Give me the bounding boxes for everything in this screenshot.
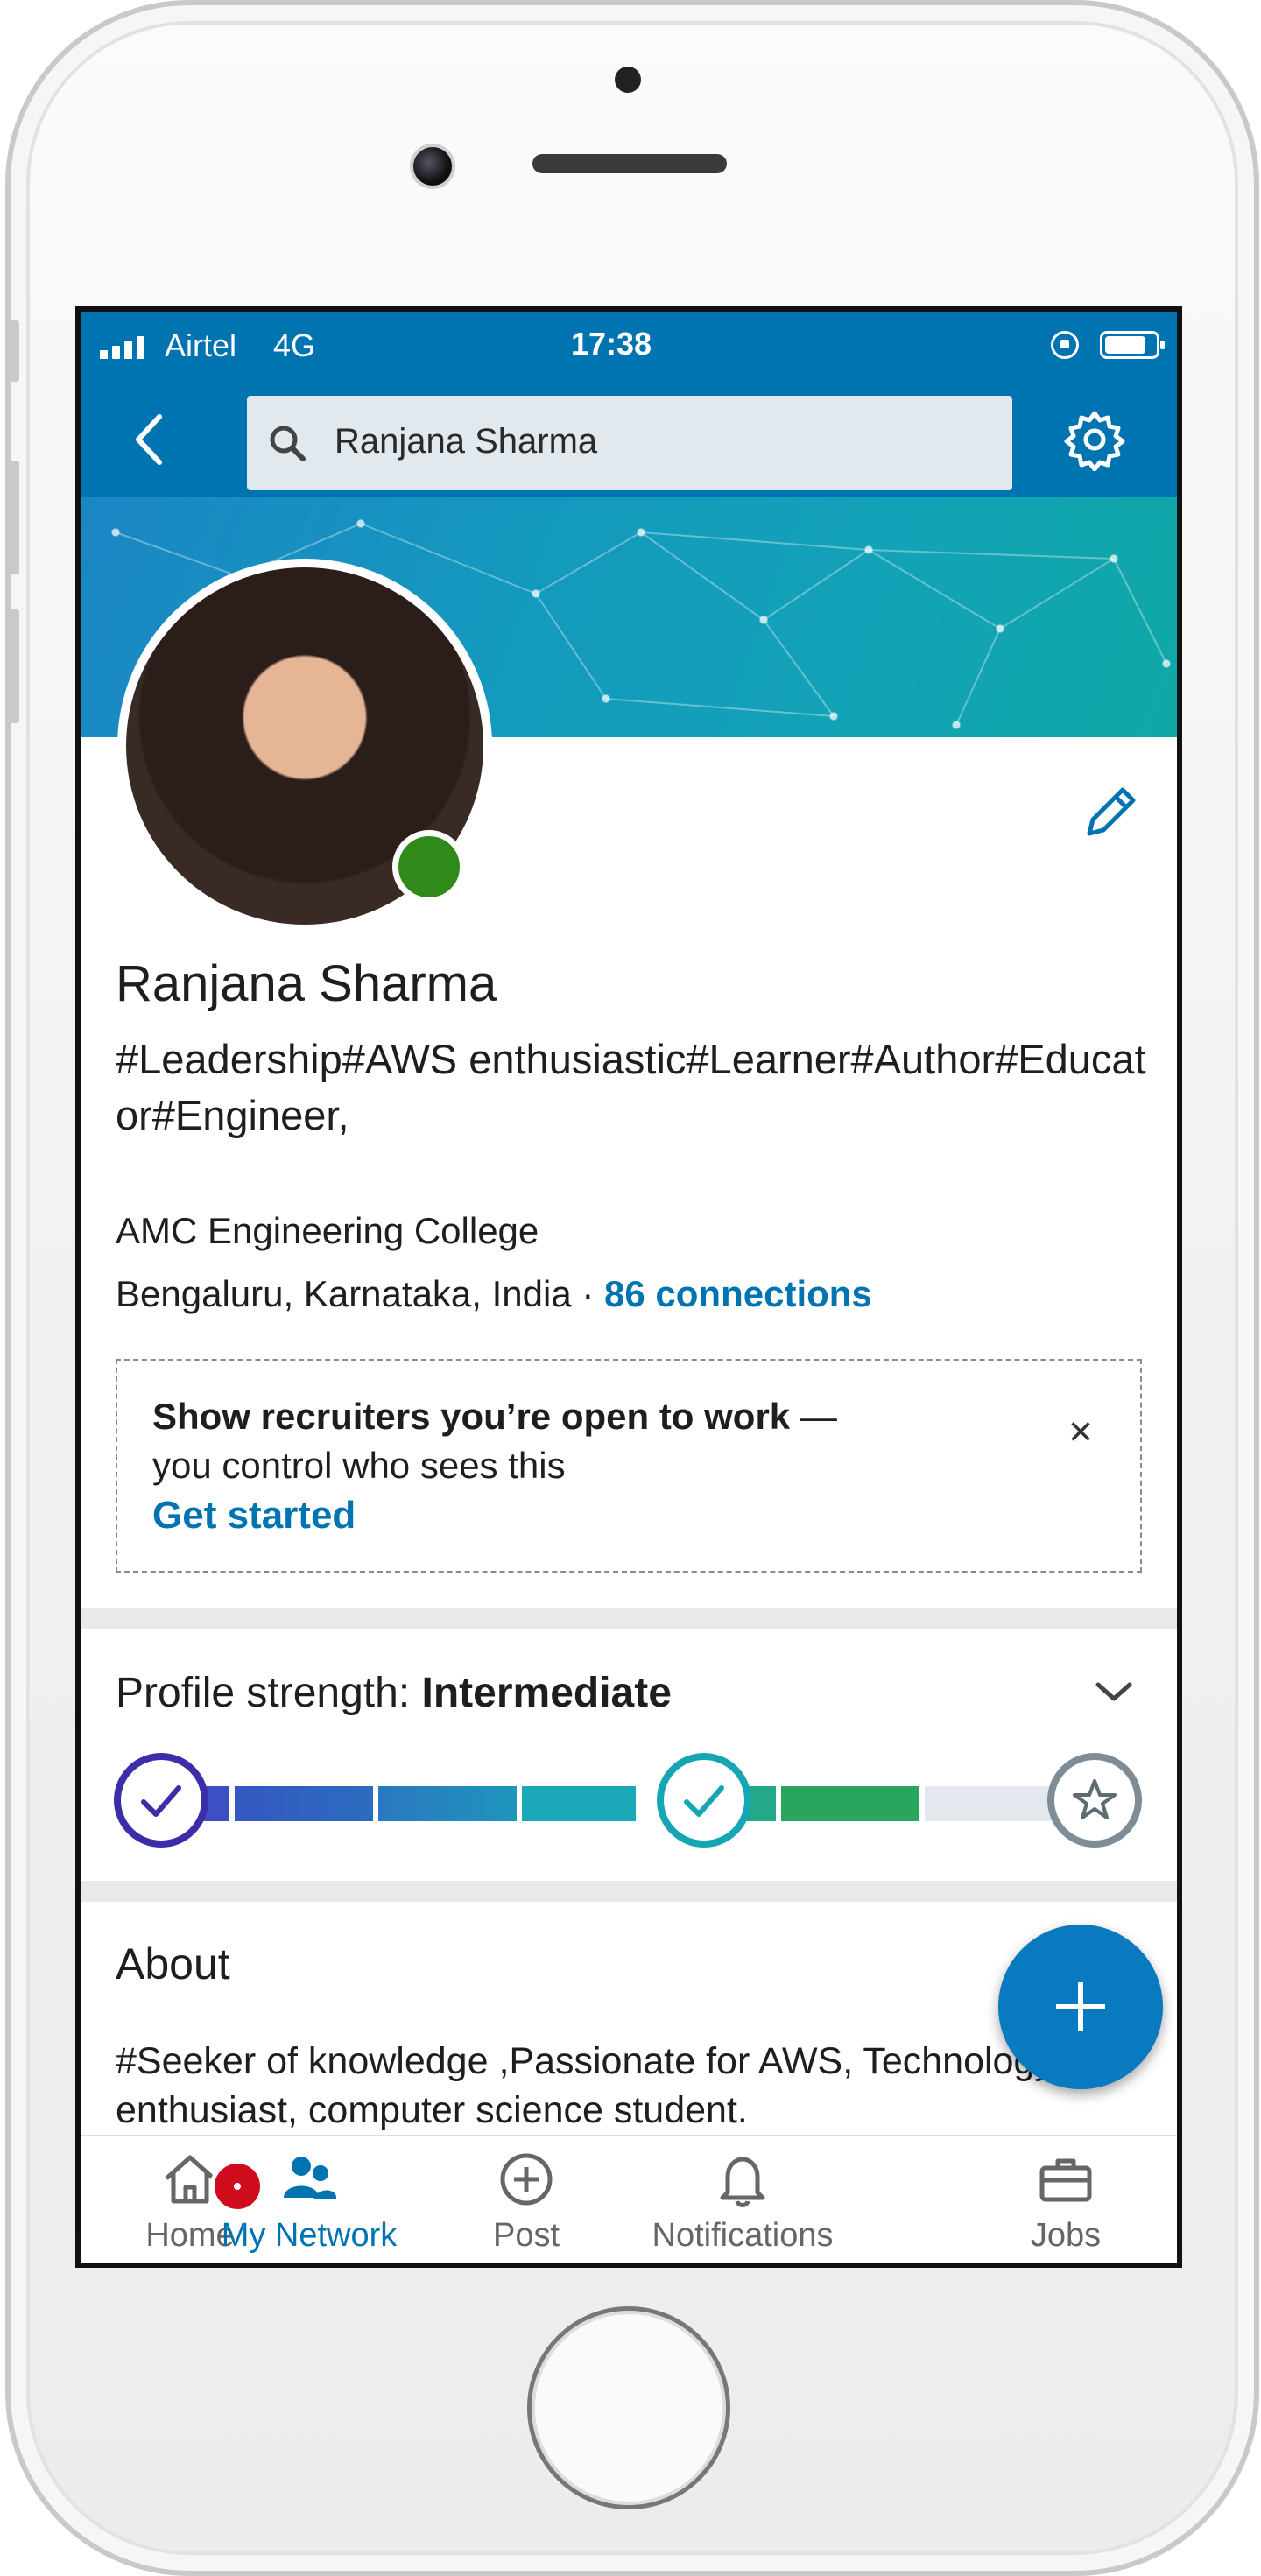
meter-segment <box>925 1786 1056 1821</box>
network-icon <box>284 2157 337 2199</box>
meter-segment <box>235 1786 373 1821</box>
volume-up-button <box>11 461 19 574</box>
front-camera <box>410 144 455 189</box>
chevron-down-icon[interactable] <box>1095 1678 1133 1704</box>
earpiece-speaker <box>532 154 727 173</box>
top-nav: Ranjana Sharma <box>81 382 1177 497</box>
screen: Airtel 4G 17:38 Ranjana Sharma Ranjana S… <box>75 306 1182 2268</box>
meter-segment <box>378 1786 517 1821</box>
step-check-icon <box>114 1753 208 1848</box>
section-divider <box>81 1881 1177 1902</box>
network-type: 4G <box>273 327 316 363</box>
rotation-lock-icon <box>1051 331 1079 359</box>
profile-strength-label: Profile strength: Intermediate <box>116 1669 672 1717</box>
briefcase-icon <box>1039 2158 1092 2202</box>
close-icon[interactable]: × <box>1068 1411 1093 1453</box>
open-to-work-card: Show recruiters you’re open to work — yo… <box>116 1359 1142 1573</box>
gear-icon[interactable] <box>1063 408 1126 471</box>
edit-pencil-icon[interactable] <box>1079 783 1140 844</box>
tab-my-network[interactable]: My Network <box>200 2149 419 2255</box>
tab-label: Notifications <box>652 2217 834 2254</box>
open-to-work-dash: — <box>790 1396 837 1437</box>
open-to-work-subtitle: you control who sees this <box>152 1445 566 1486</box>
meter-segment <box>781 1786 919 1821</box>
profile-location-line: Bengaluru, Karnataka, India · 86 connect… <box>116 1273 872 1315</box>
online-status-indicator <box>392 830 466 904</box>
profile-strength-meter[interactable] <box>114 1753 1142 1849</box>
meter-segment <box>522 1786 636 1821</box>
battery-icon <box>1100 331 1165 359</box>
home-button[interactable] <box>527 2306 730 2509</box>
tab-notifications[interactable]: Notifications <box>638 2149 848 2255</box>
tab-label: Post <box>492 2217 560 2254</box>
star-icon <box>1047 1753 1142 1848</box>
volume-down-button <box>11 609 19 723</box>
tab-post[interactable]: Post <box>417 2149 636 2255</box>
signal-icon <box>100 336 144 359</box>
get-started-link[interactable]: Get started <box>152 1494 356 1538</box>
search-icon <box>270 426 306 461</box>
profile-strength-prefix: Profile strength: <box>116 1670 422 1716</box>
tab-jobs[interactable]: Jobs <box>956 2149 1175 2255</box>
profile-location: Bengaluru, Karnataka, India <box>116 1273 572 1314</box>
back-arrow-icon[interactable] <box>131 412 166 468</box>
open-to-work-title-line: Show recruiters you’re open to work — <box>152 1396 837 1438</box>
carrier-label: Airtel <box>165 327 237 363</box>
tab-label: Jobs <box>1030 2217 1102 2254</box>
section-divider <box>81 1608 1177 1629</box>
step-check-icon <box>657 1753 751 1848</box>
mute-switch <box>11 320 19 382</box>
proximity-sensor <box>615 67 641 93</box>
profile-school[interactable]: AMC Engineering College <box>116 1210 539 1252</box>
profile-headline: #Leadership#AWS enthusiastic#Learner#Aut… <box>116 1036 1146 1138</box>
clock: 17:38 <box>571 326 652 362</box>
status-bar: Airtel 4G 17:38 <box>81 312 1177 382</box>
open-to-work-title: Show recruiters you’re open to work <box>152 1396 791 1437</box>
profile-strength-level: Intermediate <box>421 1670 672 1716</box>
about-text: #Seeker of knowledge ,Passionate for AWS… <box>116 2040 1053 2131</box>
location-separator: · <box>571 1273 605 1314</box>
about-heading: About <box>116 1939 230 1988</box>
add-section-button[interactable] <box>998 1925 1163 2089</box>
avatar[interactable] <box>117 559 492 933</box>
post-icon <box>500 2153 553 2206</box>
search-input[interactable]: Ranjana Sharma <box>247 396 1012 490</box>
bell-icon <box>720 2157 765 2207</box>
connections-link[interactable]: 86 connections <box>604 1273 872 1314</box>
tab-label: My Network <box>221 2217 398 2254</box>
search-query: Ranjana Sharma <box>335 422 598 461</box>
tab-bar: Home My Network Post Notifications Jobs <box>81 2135 1177 2263</box>
profile-name: Ranjana Sharma <box>116 955 497 1012</box>
